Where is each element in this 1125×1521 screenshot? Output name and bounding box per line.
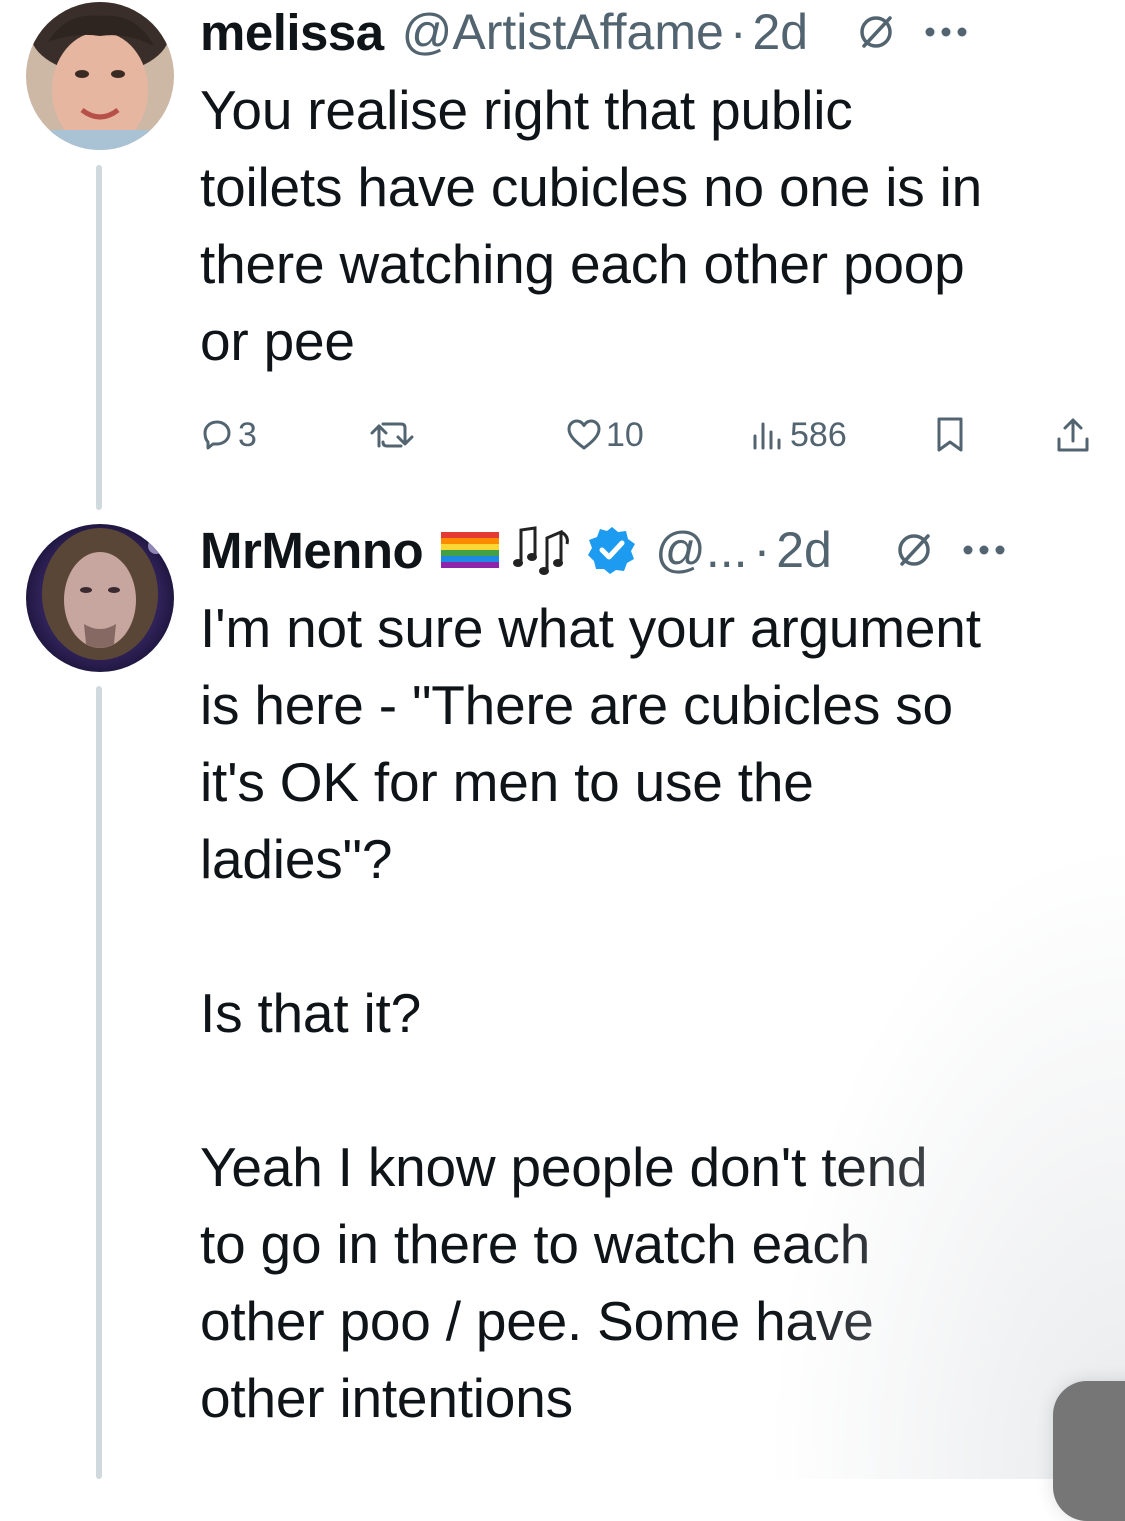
share-button[interactable]	[1055, 410, 1091, 460]
view-count: 586	[790, 415, 847, 454]
separator-dot: ·	[729, 4, 747, 60]
rainbow-flag-emoji	[441, 528, 500, 572]
author-handle[interactable]: @...	[655, 521, 747, 579]
author-handle[interactable]: @ArtistAffame	[402, 3, 724, 61]
action-bar: 3 10 586	[200, 410, 1100, 460]
author-name[interactable]: MrMenno	[200, 521, 424, 580]
repost-button[interactable]	[365, 410, 427, 460]
reply-icon	[203, 420, 231, 450]
reply-button[interactable]: 3	[200, 410, 257, 460]
heart-icon	[567, 419, 601, 450]
like-button[interactable]: 10	[566, 410, 644, 460]
more-dots-icon[interactable]	[924, 26, 968, 38]
tweet-header: melissa @ArtistAffame · 2d	[200, 0, 1105, 64]
tweet-1[interactable]: melissa @ArtistAffame · 2d You realise r…	[0, 0, 1125, 500]
repost-icon	[370, 422, 414, 448]
floating-action-button[interactable]	[1053, 1381, 1125, 1521]
reply-count: 3	[238, 415, 257, 454]
verified-badge-icon[interactable]	[587, 525, 637, 575]
more-dots-icon[interactable]	[962, 544, 1006, 556]
like-count: 10	[606, 415, 644, 454]
views-chart-icon	[753, 422, 781, 450]
tweet-header: MrMenno @... · 2d	[200, 518, 1105, 582]
share-icon	[1057, 418, 1089, 452]
tweet-text: I'm not sure what your argument is here …	[200, 597, 981, 1429]
avatar[interactable]	[26, 524, 174, 672]
grok-icon[interactable]	[856, 12, 896, 52]
separator-dot: ·	[753, 522, 771, 578]
music-notes-emoji	[513, 522, 573, 578]
avatar[interactable]	[26, 2, 174, 150]
tweet-2[interactable]: MrMenno @... · 2d I'm not sure what your…	[0, 518, 1125, 1479]
grok-icon[interactable]	[894, 530, 934, 570]
tweet-text: You realise right that public toilets ha…	[200, 79, 982, 372]
views-button[interactable]: 586	[750, 410, 847, 460]
author-name[interactable]: melissa	[200, 3, 384, 62]
timestamp[interactable]: 2d	[752, 3, 808, 61]
bookmark-icon	[937, 417, 963, 452]
bookmark-button[interactable]	[933, 410, 967, 460]
timestamp[interactable]: 2d	[776, 521, 832, 579]
